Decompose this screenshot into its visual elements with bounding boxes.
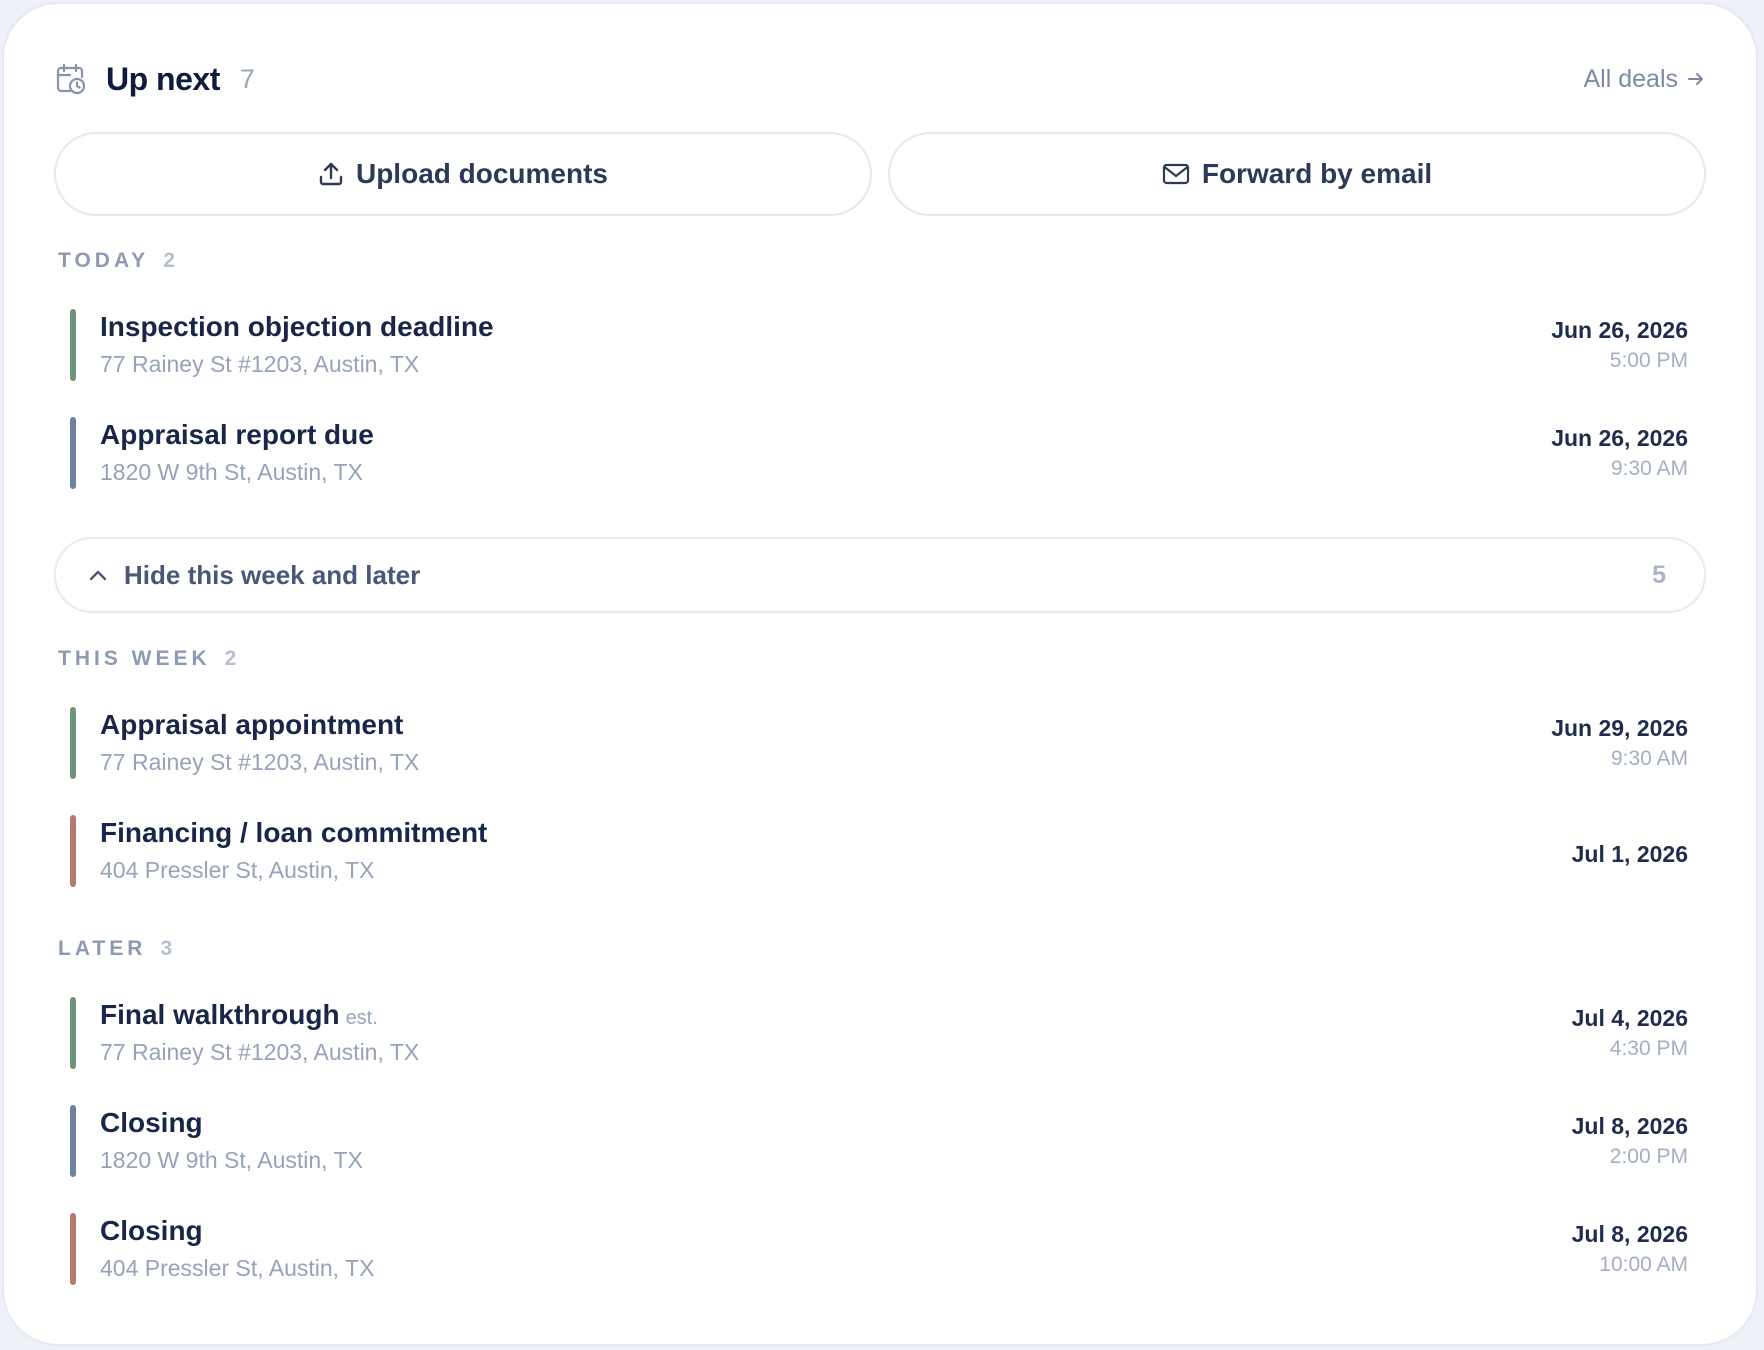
chevron-up-icon — [88, 568, 108, 582]
item-time: 4:30 PM — [1609, 1037, 1688, 1060]
item-address: 77 Rainey St #1203, Austin, TX — [100, 1039, 420, 1065]
deal-color-bar — [70, 815, 76, 887]
item-date: Jul 8, 2026 — [1571, 1221, 1688, 1247]
section-title: LATER — [58, 937, 147, 960]
item-date: Jul 4, 2026 — [1571, 1005, 1688, 1031]
item-address: 1820 W 9th St, Austin, TX — [100, 1147, 363, 1173]
item-date: Jul 8, 2026 — [1571, 1113, 1688, 1139]
forward-by-email-button[interactable]: Forward by email — [888, 132, 1706, 216]
item-address: 404 Pressler St, Austin, TX — [100, 1255, 375, 1281]
deal-color-bar — [70, 309, 76, 381]
item-date: Jun 26, 2026 — [1551, 425, 1688, 451]
deal-color-bar — [70, 997, 76, 1069]
toggle-label: Hide this week and later — [124, 559, 421, 590]
item-date: Jun 29, 2026 — [1551, 715, 1688, 741]
card-header: Up next 7 All deals — [56, 54, 1706, 104]
item-title: Appraisal report due — [100, 419, 374, 450]
deal-color-bar — [70, 1213, 76, 1285]
item-title: Inspection objection deadline — [100, 311, 494, 342]
action-buttons: Upload documents Forward by email — [54, 132, 1706, 216]
deal-color-bar — [70, 707, 76, 779]
list-item[interactable]: Appraisal report due 1820 W 9th St, Aust… — [70, 417, 1688, 489]
toggle-count: 5 — [1652, 560, 1666, 589]
page-title: Up next — [106, 60, 220, 97]
list-item[interactable]: Final walkthrough est. 77 Rainey St #1203… — [70, 997, 1688, 1069]
item-title: Final walkthrough — [100, 999, 340, 1030]
item-title: Closing — [100, 1215, 203, 1246]
arrow-right-icon — [1688, 73, 1703, 85]
item-date: Jul 1, 2026 — [1571, 841, 1688, 867]
item-title: Appraisal appointment — [100, 709, 404, 740]
list-item[interactable]: Inspection objection deadline 77 Rainey … — [70, 309, 1688, 381]
upload-documents-label: Upload documents — [355, 158, 608, 189]
deal-color-bar — [70, 417, 76, 489]
section-count: 3 — [160, 937, 173, 960]
item-address: 1820 W 9th St, Austin, TX — [100, 459, 363, 485]
upload-icon — [319, 162, 343, 186]
item-address: 77 Rainey St #1203, Austin, TX — [100, 351, 420, 377]
section-title: TODAY — [58, 249, 150, 272]
item-time: 9:30 AM — [1610, 457, 1688, 480]
item-title: Financing / loan commitment — [100, 817, 488, 848]
section-label-later: LATER 3 — [58, 937, 172, 961]
section-label-today: TODAY 2 — [58, 249, 175, 273]
section-count: 2 — [163, 249, 175, 272]
item-time: 2:00 PM — [1609, 1145, 1688, 1168]
item-address: 404 Pressler St, Austin, TX — [100, 857, 375, 883]
item-address: 77 Rainey St #1203, Austin, TX — [100, 749, 420, 775]
all-deals-link[interactable]: All deals — [1584, 65, 1707, 94]
section-label-this-week: THIS WEEK 2 — [58, 647, 236, 671]
item-time: 5:00 PM — [1609, 349, 1688, 372]
up-next-card: Up next 7 All deals Upload documents For… — [2, 2, 1758, 1346]
upload-documents-button[interactable]: Upload documents — [54, 132, 872, 216]
forward-by-email-label: Forward by email — [1201, 158, 1433, 189]
list-item[interactable]: Appraisal appointment 77 Rainey St #1203… — [70, 707, 1688, 779]
section-title: THIS WEEK — [58, 647, 211, 670]
total-count: 7 — [239, 63, 255, 94]
hide-later-toggle[interactable]: Hide this week and later 5 — [54, 537, 1706, 613]
list-item[interactable]: Closing 1820 W 9th St, Austin, TX Jul 8,… — [70, 1105, 1688, 1177]
section-count: 2 — [224, 647, 237, 670]
item-time: 10:00 AM — [1599, 1253, 1688, 1276]
item-time: 9:30 AM — [1610, 747, 1688, 770]
list-item[interactable]: Closing 404 Pressler St, Austin, TX Jul … — [70, 1213, 1688, 1285]
list-item[interactable]: Financing / loan commitment 404 Pressler… — [70, 815, 1688, 887]
all-deals-label: All deals — [1583, 64, 1679, 93]
deal-color-bar — [70, 1105, 76, 1177]
item-date: Jun 26, 2026 — [1551, 317, 1688, 343]
mail-icon — [1162, 163, 1189, 185]
estimated-tag: est. — [345, 1007, 378, 1029]
calendar-clock-icon — [56, 63, 86, 95]
item-title: Closing — [100, 1107, 203, 1138]
